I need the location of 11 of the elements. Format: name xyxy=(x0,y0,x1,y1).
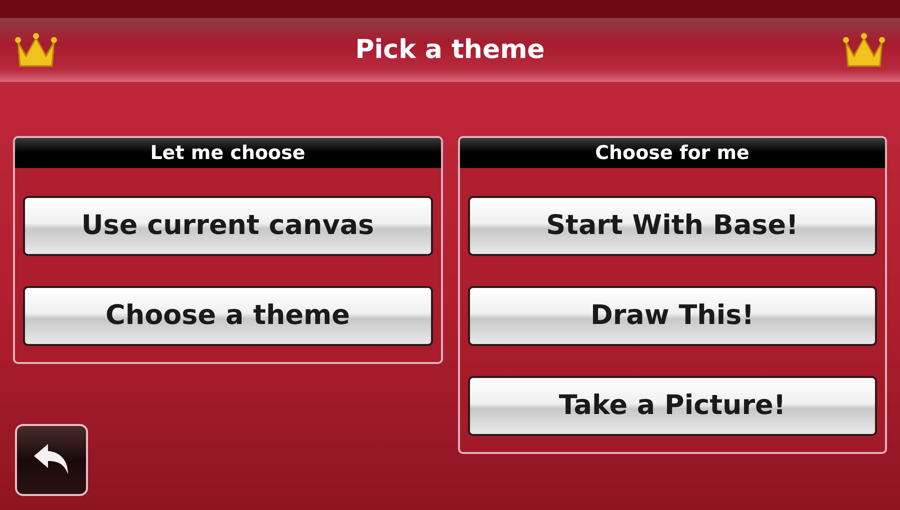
option-button[interactable]: Use current canvas xyxy=(23,196,432,256)
option-button[interactable]: Take a Picture! xyxy=(468,376,877,436)
option-button[interactable]: Draw This! xyxy=(468,286,877,346)
screen-title: Pick a theme xyxy=(355,34,545,66)
panel-title: Let me choose xyxy=(15,138,440,168)
crown-icon xyxy=(840,30,888,70)
panel-title: Choose for me xyxy=(460,138,885,168)
crown-icon xyxy=(12,30,60,70)
back-button[interactable] xyxy=(15,424,88,496)
option-button[interactable]: Start With Base! xyxy=(468,196,877,256)
option-button[interactable]: Choose a theme xyxy=(23,286,432,346)
